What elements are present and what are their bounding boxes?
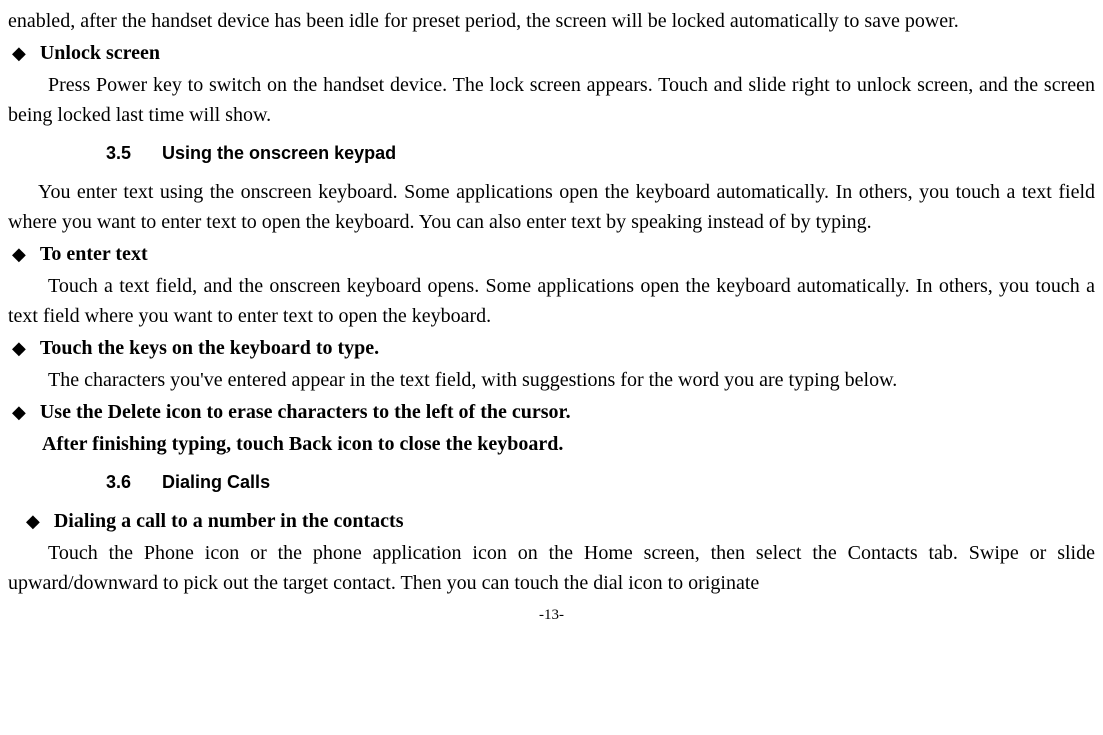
- touch-keys-paragraph: The characters you've entered appear in …: [8, 365, 1095, 395]
- section-number: 3.6: [106, 472, 131, 492]
- bullet-dialing-contacts: ◆ Dialing a call to a number in the cont…: [22, 506, 1095, 536]
- unlock-paragraph: Press Power key to switch on the handset…: [8, 70, 1095, 130]
- section-title: Using the onscreen keypad: [162, 143, 396, 163]
- section-3-6-heading: 3.6 Dialing Calls: [106, 469, 1095, 496]
- diamond-icon: ◆: [12, 241, 26, 268]
- back-icon-paragraph: After finishing typing, touch Back icon …: [42, 429, 1095, 459]
- intro-paragraph: enabled, after the handset device has be…: [8, 6, 1095, 36]
- bullet-label: To enter text: [40, 239, 148, 269]
- keypad-intro-paragraph: You enter text using the onscreen keyboa…: [8, 177, 1095, 237]
- bullet-label: Touch the keys on the keyboard to type.: [40, 333, 379, 363]
- diamond-icon: ◆: [12, 399, 26, 426]
- section-title: Dialing Calls: [162, 472, 270, 492]
- bullet-delete-icon: ◆ Use the Delete icon to erase character…: [8, 397, 1095, 427]
- section-3-5-heading: 3.5 Using the onscreen keypad: [106, 140, 1095, 167]
- diamond-icon: ◆: [26, 508, 40, 535]
- bullet-enter-text: ◆ To enter text: [8, 239, 1095, 269]
- diamond-icon: ◆: [12, 335, 26, 362]
- bullet-label: Unlock screen: [40, 38, 160, 68]
- bullet-unlock-screen: ◆ Unlock screen: [8, 38, 1095, 68]
- bullet-label: Dialing a call to a number in the contac…: [54, 506, 404, 536]
- section-number: 3.5: [106, 143, 131, 163]
- bullet-label: Use the Delete icon to erase characters …: [40, 397, 571, 427]
- diamond-icon: ◆: [12, 40, 26, 67]
- dialing-paragraph: Touch the Phone icon or the phone applic…: [8, 538, 1095, 598]
- bullet-touch-keys: ◆ Touch the keys on the keyboard to type…: [8, 333, 1095, 363]
- enter-text-paragraph: Touch a text field, and the onscreen key…: [8, 271, 1095, 331]
- page-number: -13-: [8, 604, 1095, 627]
